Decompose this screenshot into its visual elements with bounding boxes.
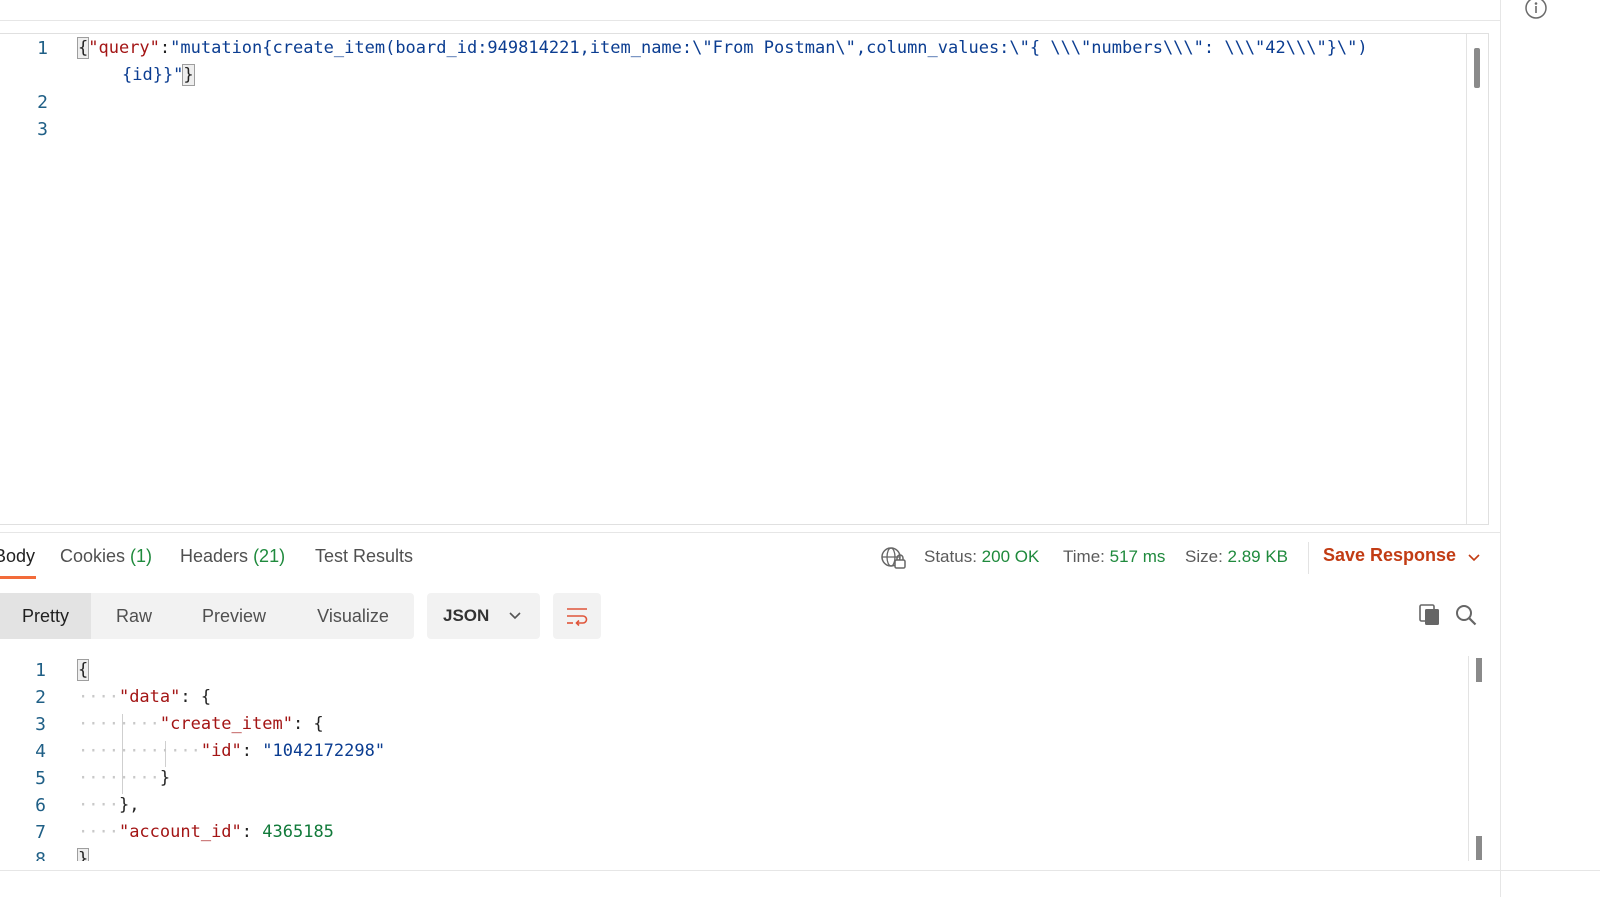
info-icon[interactable] [1525,0,1547,22]
response-body-viewer[interactable]: 1 2 3 4 5 6 7 8 { ····"data": { ········… [0,656,1488,861]
globe-lock-icon[interactable] [880,545,908,571]
tab-headers-label: Headers [180,546,249,566]
view-raw-button[interactable]: Raw [100,593,168,639]
json-line-5: ········} [78,768,171,788]
format-select[interactable]: JSON [427,593,540,639]
json-line-3: ········"create_item": { [78,714,324,734]
tab-test-results-label: Test Results [315,546,414,566]
size-info[interactable]: Size: 2.89 KB [1185,547,1288,567]
line-number: 1 [35,660,46,681]
line-number: 3 [35,714,46,735]
scrollbar-thumb[interactable] [1474,48,1480,88]
tab-headers[interactable]: Headers (21) [180,546,285,567]
wrap-lines-button[interactable] [553,593,601,639]
scrollbar-thumb[interactable] [1476,658,1482,682]
json-key: "create_item" [159,714,293,734]
top-strip [0,0,1500,21]
json-line-7: ····"account_id": 4365185 [78,822,334,842]
brace-close: } [182,64,195,86]
wrap-lines-icon [567,608,588,627]
view-visualize-button[interactable]: Visualize [305,593,401,639]
right-sidebar [1500,0,1600,897]
line-number: 2 [35,687,46,708]
json-line-2: ····"data": { [78,687,212,707]
line-number: 2 [37,92,48,113]
request-body-editor[interactable]: 1 2 3 {"query":"mutation{create_item(boa… [0,33,1489,525]
status-label: Status: [924,547,977,566]
json-line-6: ····}, [78,795,140,815]
format-selected-label: JSON [443,606,490,625]
punctuation: : [241,741,263,761]
json-line-1: { [76,659,90,681]
line-number: 5 [35,768,46,789]
json-key: "query" [88,38,160,58]
scroll-track [1466,34,1467,524]
copy-icon[interactable] [1418,603,1442,627]
tab-test-results[interactable]: Test Results [315,546,413,567]
divider [1308,542,1309,574]
size-value: 2.89 KB [1227,547,1289,566]
json-string: "1042172298" [262,741,386,761]
status-value: 200 OK [981,547,1040,566]
json-number: 4365185 [262,822,334,842]
json-line-8: } [76,848,90,861]
punctuation: }, [118,795,140,815]
search-icon[interactable] [1454,603,1478,627]
json-key: "id" [200,741,242,761]
tab-cookies-label: Cookies [60,546,126,566]
colon: : [159,38,171,58]
json-line-4: ············"id": "1042172298" [78,741,386,761]
status-info[interactable]: Status: 200 OK [924,547,1039,567]
size-label: Size: [1185,547,1223,566]
chevron-down-icon [509,612,521,620]
pane-divider[interactable] [0,532,1500,533]
tab-body[interactable]: Body [0,546,35,567]
cookies-count: (1) [130,546,153,566]
line-number: 6 [35,795,46,816]
tab-body-label: Body [0,546,36,566]
json-key: "account_id" [118,822,242,842]
view-pretty-button[interactable]: Pretty [0,593,91,639]
time-info[interactable]: Time: 517 ms [1063,547,1165,567]
view-mode-group: Pretty Raw Preview Visualize [0,593,414,639]
save-response-button[interactable]: Save Response [1323,545,1456,566]
line-number: 8 [35,849,46,861]
line-number: 3 [37,119,48,140]
view-preview-button[interactable]: Preview [186,593,282,639]
brace-open: { [76,37,90,59]
punctuation: : [241,822,263,842]
punctuation: : { [180,687,212,707]
json-string-cont: {id}}" [122,65,184,85]
time-value: 517 ms [1109,547,1166,566]
time-label: Time: [1063,547,1105,566]
json-string: "mutation{create_item(board_id:949814221… [170,38,1368,58]
tab-cookies[interactable]: Cookies (1) [60,546,152,567]
json-key: "data" [118,687,181,707]
code-line-1: {"query":"mutation{create_item(board_id:… [76,37,1368,59]
line-number: 7 [35,822,46,843]
code-line-1-wrap: {id}}"} [122,64,195,86]
chevron-down-icon[interactable] [1466,550,1482,566]
punctuation: } [159,768,171,788]
brace-close: } [76,848,90,861]
bottom-divider [0,870,1600,871]
active-tab-indicator [0,576,36,579]
scrollbar-thumb[interactable] [1476,836,1482,860]
line-number: 1 [37,38,48,59]
headers-count: (21) [253,546,286,566]
line-number: 4 [35,741,46,762]
brace-open: { [76,659,90,681]
scroll-track [1468,656,1469,861]
punctuation: : { [292,714,324,734]
